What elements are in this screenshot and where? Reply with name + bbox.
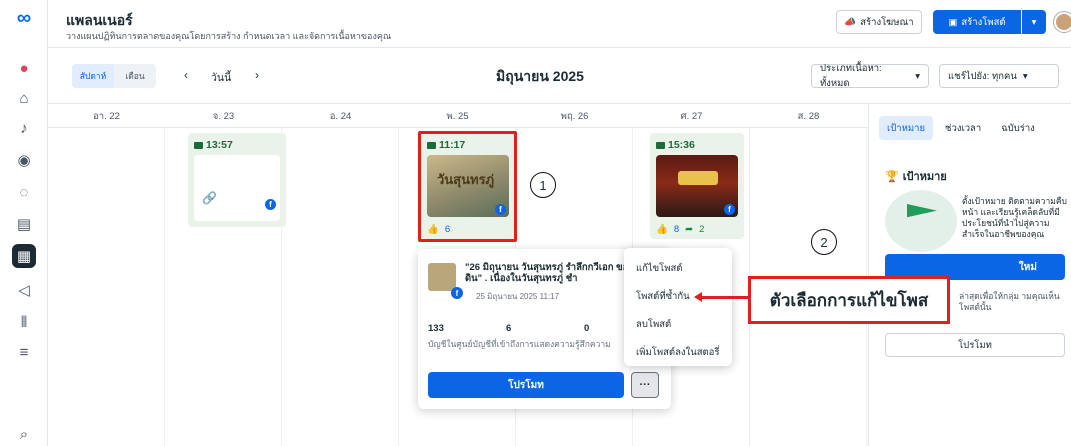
right-panel: เป้าหมาย ช่วงเวลา ฉบับร่าง 🏆 เป้าหมาย ตั…: [868, 104, 1071, 446]
create-post-dropdown-button[interactable]: ▾: [1022, 10, 1046, 34]
facebook-icon: f: [265, 199, 276, 210]
trophy-icon: 🏆: [885, 170, 899, 183]
meta-logo-icon[interactable]: ∞: [12, 6, 36, 30]
scheduled-post-card[interactable]: 13:57 🔗 f: [188, 133, 286, 227]
prev-arrow-icon[interactable]: ‹: [184, 68, 188, 82]
goals-description: ตั้งเป้าหมาย ติดตามความคืบหน้า และเรียนร…: [962, 196, 1067, 239]
tab-drafts[interactable]: ฉบับร่าง: [993, 116, 1043, 140]
megaphone-icon: 📣: [844, 16, 857, 28]
facebook-icon: f: [451, 287, 463, 299]
stat-value: 6: [506, 323, 512, 334]
stat-note: บัญชีในศูนย์บัญชีที่เข้าถึงการแสดงความรู…: [428, 339, 611, 349]
view-switcher: สัปดาห์ เดือน: [72, 64, 156, 88]
post-thumbnail: f: [656, 155, 738, 217]
compass-icon[interactable]: ◉: [12, 148, 36, 172]
like-icon: 👍: [656, 224, 668, 235]
planner-icon[interactable]: ▦: [12, 244, 36, 268]
promote-button[interactable]: โปรโมท: [885, 333, 1065, 357]
search-icon[interactable]: ⌕: [12, 422, 36, 446]
goals-illustration: [885, 190, 957, 252]
menu-item-delete-post[interactable]: ลบโพสต์: [636, 317, 671, 332]
post-time: 15:36: [656, 139, 695, 151]
link-icon: 🔗: [202, 191, 217, 205]
day-header: ศ. 27: [680, 111, 703, 122]
campaign-icon[interactable]: ◁: [12, 278, 36, 302]
create-post-label: สร้างโพสต์: [961, 16, 1006, 28]
chevron-down-icon: ▾: [915, 70, 920, 82]
callout-box: ตัวเลือกการแก้ไขโพส: [748, 276, 950, 324]
insights-icon[interactable]: ⫴: [12, 310, 36, 334]
menu-icon[interactable]: ≡: [12, 340, 36, 364]
post-options-menu: แก้ไขโพสต์ โพสต์ที่ซ้ำกัน ลบโพสต์ เพิ่มโ…: [624, 248, 732, 366]
step-marker-1: 1: [530, 172, 556, 198]
right-panel-tabs: เป้าหมาย ช่วงเวลา ฉบับร่าง: [879, 116, 1064, 142]
post-type-icon: [194, 141, 203, 149]
view-month-tab[interactable]: เดือน: [114, 64, 156, 88]
month-title: มิถุนายน 2025: [496, 68, 584, 84]
ads-icon[interactable]: ◌: [12, 180, 36, 204]
content-type-filter-label: ประเภทเนื้อหา: ทั้งหมด: [820, 63, 882, 89]
shared-to-filter[interactable]: แชร์ไปยัง: ทุกคน ▾: [939, 64, 1059, 88]
post-type-icon: [656, 141, 665, 149]
goals-heading-label: เป้าหมาย: [902, 171, 947, 183]
day-column[interactable]: [48, 128, 165, 446]
shared-to-filter-label: แชร์ไปยัง: ทุกคน: [948, 70, 1017, 82]
post-time: 13:57: [194, 139, 233, 151]
goals-heading: 🏆 เป้าหมาย: [885, 167, 947, 185]
callout-arrow: [698, 296, 748, 299]
chevron-down-icon: ▾: [1031, 16, 1037, 28]
menu-item-add-to-story[interactable]: เพิ่มโพสต์ลงในสตอรี่: [636, 345, 719, 360]
day-header: พ. 25: [446, 111, 469, 122]
scheduled-post-card[interactable]: 15:36 f 👍 8 ➦ 2: [650, 133, 744, 239]
day-column[interactable]: [282, 128, 399, 446]
home-icon[interactable]: ⌂: [12, 86, 36, 110]
post-thumbnail: 🔗 f: [194, 155, 280, 221]
create-ad-label: สร้างโฆษณา: [860, 16, 914, 28]
page-subtitle: วางแผนปฏิทินการตลาดของคุณโดยการสร้าง กำห…: [66, 31, 392, 41]
day-header: พฤ. 26: [560, 111, 589, 122]
more-options-button[interactable]: ···: [631, 372, 659, 398]
menu-item-duplicate-post[interactable]: โพสต์ที่ซ้ำกัน: [636, 289, 690, 304]
notifications-icon[interactable]: ♪: [12, 116, 36, 140]
post-icon: ▣: [948, 16, 958, 28]
thumbnail-banner: [678, 171, 718, 185]
day-header: อา. 22: [93, 111, 120, 122]
days-header: อา. 22 จ. 23 อ. 24 พ. 25 พฤ. 26 ศ. 27 ส.…: [48, 104, 868, 128]
avatar[interactable]: [1054, 12, 1071, 32]
today-button[interactable]: วันนี้: [211, 69, 231, 86]
day-header: อ. 24: [329, 111, 352, 122]
chevron-down-icon: ▾: [1022, 70, 1028, 82]
tab-timing[interactable]: ช่วงเวลา: [937, 116, 989, 140]
content-icon[interactable]: ▤: [12, 212, 36, 236]
share-icon: ➦: [685, 224, 694, 235]
page-profile-icon[interactable]: ●: [12, 56, 36, 80]
create-ad-button[interactable]: 📣 สร้างโฆษณา: [836, 10, 922, 34]
calendar-toolbar: สัปดาห์ เดือน ‹ วันนี้ › มิถุนายน 2025 ป…: [48, 48, 1071, 104]
promote-button[interactable]: โปรโมท: [428, 372, 624, 398]
stat-value: 0: [584, 323, 590, 334]
flag-icon: [907, 204, 937, 218]
callout-arrow-head: [694, 292, 702, 302]
tips-text: ล่าสุดเพื่อให้กลุ่ม ามคุณเห็นโพสต์นั้น: [959, 291, 1060, 312]
stat-value: 133: [428, 323, 444, 334]
page-header: แพลนเนอร์ วางแผนปฏิทินการตลาดของคุณโดยกา…: [48, 0, 1071, 48]
left-nav-rail: ∞ ● ⌂ ♪ ◉ ◌ ▤ ▦ ◁ ⫴ ≡ ⌕: [0, 0, 48, 446]
highlight-box: [418, 131, 517, 242]
next-arrow-icon[interactable]: ›: [255, 68, 259, 82]
tab-goals[interactable]: เป้าหมาย: [879, 116, 934, 140]
create-post-button[interactable]: ▣ สร้างโพสต์: [933, 10, 1021, 34]
post-stats: 👍 8 ➦ 2: [656, 224, 705, 235]
view-week-tab[interactable]: สัปดาห์: [72, 64, 114, 88]
day-header: ส. 28: [797, 111, 820, 122]
menu-item-edit-post[interactable]: แก้ไขโพสต์: [636, 261, 682, 276]
day-header: จ. 23: [212, 111, 235, 122]
post-date: 25 มิถุนายน 2025 11:17: [476, 292, 560, 301]
facebook-icon: f: [724, 204, 735, 215]
step-marker-2: 2: [811, 229, 837, 255]
post-thumbnail: [428, 263, 456, 291]
content-type-filter[interactable]: ประเภทเนื้อหา: ทั้งหมด ▾: [811, 63, 929, 89]
